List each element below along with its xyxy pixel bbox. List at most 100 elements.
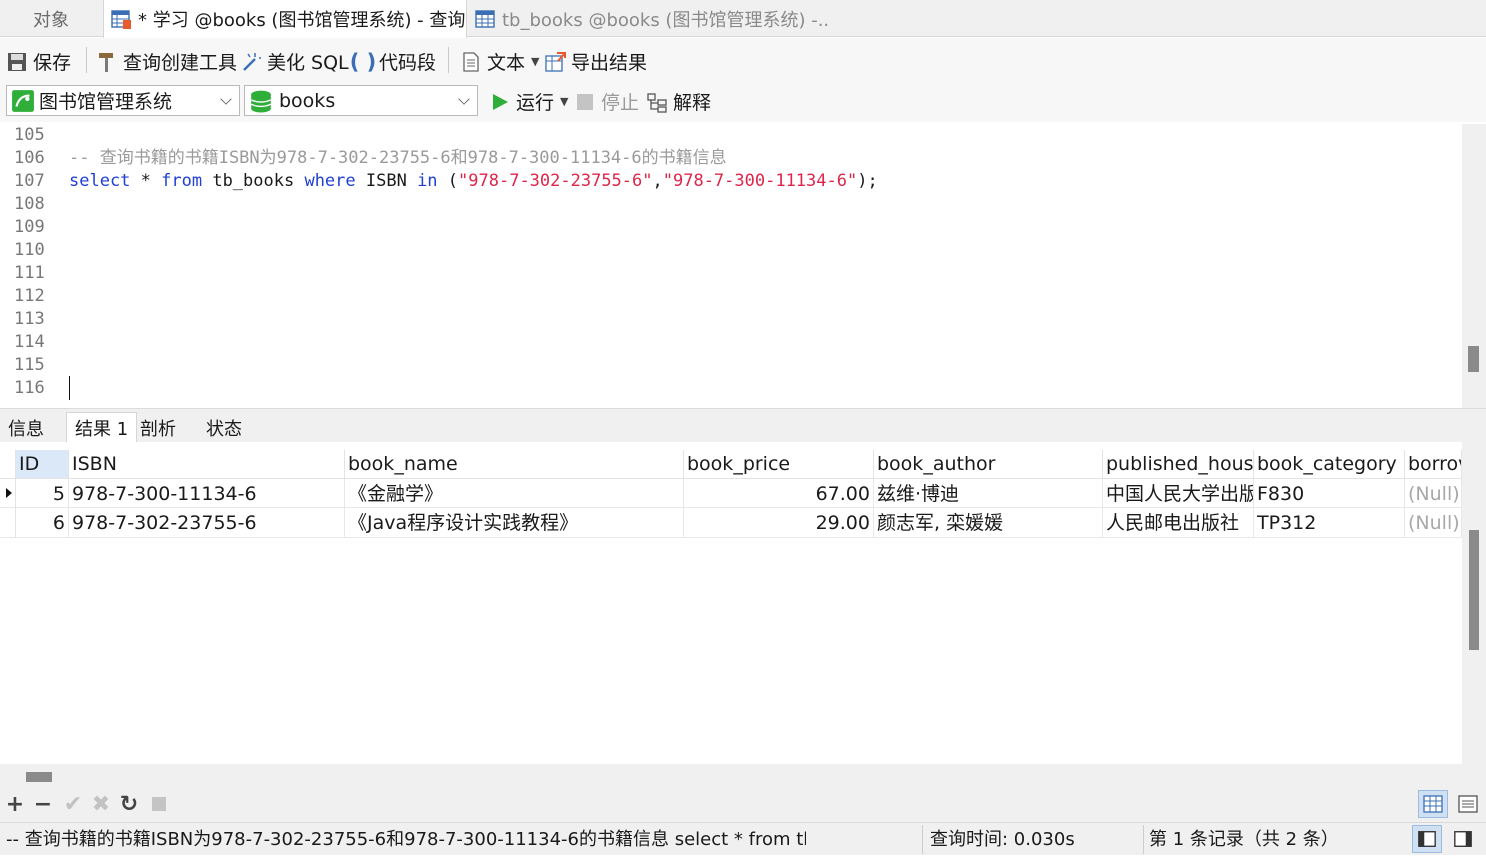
stop-icon [577, 93, 593, 110]
code-line[interactable]: 114 [0, 331, 1460, 354]
editor-scrollbar[interactable] [1462, 124, 1486, 408]
code-line[interactable]: 115 [0, 354, 1460, 377]
delete-record-button[interactable]: − [32, 791, 54, 817]
export-results-button[interactable]: 导出结果 [544, 48, 647, 75]
cell-id[interactable]: 6 [16, 508, 69, 538]
result-grid[interactable]: ID ISBN book_name book_price book_author… [0, 442, 1462, 764]
text-mode-button[interactable]: 文本 ▼ [460, 48, 539, 75]
code-line[interactable]: 107 select * from tb_books where ISBN in … [0, 170, 1460, 193]
tab-result-1[interactable]: 结果 1 [66, 412, 138, 443]
text-caret [69, 376, 70, 400]
save-button[interactable]: 保存 [6, 48, 71, 75]
code-line[interactable]: 116 [0, 377, 1460, 400]
tab-status[interactable]: 状态 [198, 412, 250, 443]
save-icon [8, 52, 26, 71]
cell-published-house[interactable]: 人民邮电出版社 [1103, 508, 1254, 538]
grid-scrollbar[interactable] [1462, 442, 1486, 764]
tab-objects[interactable]: 对象 [0, 0, 102, 37]
column-header-book-name[interactable]: book_name [345, 450, 684, 478]
apply-changes-button[interactable]: ✔ [62, 791, 84, 817]
editor-scrollbar-thumb[interactable] [1468, 346, 1479, 372]
result-tabs: 信息 结果 1 剖析 状态 [0, 408, 1486, 443]
query-builder-button[interactable]: 查询创建工具 [96, 48, 237, 75]
cell-book-price[interactable]: 29.00 [684, 508, 874, 538]
code-line[interactable]: 108 [0, 193, 1460, 216]
cell-isbn[interactable]: 978-7-300-11134-6 [69, 479, 345, 509]
chevron-down-icon [220, 93, 232, 105]
code-line[interactable]: 112 [0, 285, 1460, 308]
cell-book-category[interactable]: TP312 [1254, 508, 1405, 538]
beautify-sql-button[interactable]: 美化 SQL [240, 48, 349, 75]
panel-left-icon [1418, 831, 1436, 847]
column-header-book-category[interactable]: book_category [1254, 450, 1405, 478]
stop-loading-button[interactable] [148, 792, 170, 816]
grid-horizontal-scrollbar[interactable] [0, 764, 1486, 786]
horizontal-scrollbar-thumb[interactable] [26, 772, 52, 782]
cell-borrow[interactable]: (Null) [1405, 479, 1462, 509]
tab-query[interactable]: * 学习 @books (图书馆管理系统) - 查询 [103, 0, 467, 38]
line-number: 105 [14, 125, 45, 145]
line-number: 112 [14, 286, 45, 306]
refresh-icon: ↻ [119, 791, 139, 817]
column-header-isbn[interactable]: ISBN [69, 450, 345, 478]
close-icon: ✖ [91, 791, 111, 817]
code-line[interactable]: 105 [0, 124, 1460, 147]
code-line[interactable]: 106 -- 查询书籍的书籍ISBN为978-7-302-23755-6和978-… [0, 147, 1460, 170]
stop-button[interactable]: 停止 [574, 88, 639, 115]
discard-changes-button[interactable]: ✖ [90, 791, 112, 817]
export-icon [545, 51, 566, 72]
code-line[interactable]: 111 [0, 262, 1460, 285]
code-line[interactable]: 113 [0, 308, 1460, 331]
column-header-book-author[interactable]: book_author [874, 450, 1103, 478]
cell-isbn[interactable]: 978-7-302-23755-6 [69, 508, 345, 538]
cell-published-house[interactable]: 中国人民大学出版社 [1103, 479, 1254, 509]
toggle-left-panel-button[interactable] [1412, 825, 1442, 853]
explain-button[interactable]: 解释 [646, 88, 711, 115]
query-icon [111, 10, 131, 29]
check-icon: ✔ [63, 791, 83, 817]
connection-select[interactable]: 图书馆管理系统 [6, 85, 240, 116]
column-header-id[interactable]: ID [16, 450, 69, 478]
grid-corner [0, 450, 16, 478]
cell-borrow[interactable]: (Null) [1405, 508, 1462, 538]
sql-token: , [652, 171, 663, 191]
column-header-published-house[interactable]: published_house [1103, 450, 1254, 478]
tab-info[interactable]: 信息 [0, 412, 52, 443]
form-view-button[interactable] [1453, 790, 1483, 818]
run-button[interactable]: 运行 ▼ [489, 88, 568, 115]
code-line[interactable]: 110 [0, 239, 1460, 262]
code-line[interactable]: 109 [0, 216, 1460, 239]
cell-book-name[interactable]: 《金融学》 [345, 479, 684, 509]
status-bar: -- 查询书籍的书籍ISBN为978-7-302-23755-6和978-7-3… [0, 822, 1486, 855]
dropdown-arrow-icon: ▼ [560, 95, 569, 108]
cell-book-author[interactable]: 兹维·博迪 [874, 479, 1103, 509]
line-number: 114 [14, 332, 45, 352]
toggle-right-panel-button[interactable] [1448, 825, 1478, 853]
column-header-borrow[interactable]: borrov [1405, 450, 1462, 478]
cell-book-name[interactable]: 《Java程序设计实践教程》 [345, 508, 684, 538]
tab-profile[interactable]: 剖析 [132, 412, 184, 443]
database-select[interactable]: books [244, 85, 478, 116]
line-number: 106 [14, 148, 45, 168]
tab-query-label: * 学习 @books (图书馆管理系统) - 查询 [138, 10, 466, 31]
code-snippet-button[interactable]: ( ) 代码段 [350, 48, 436, 75]
table-row[interactable]: 6 978-7-302-23755-6 《Java程序设计实践教程》 29.00… [0, 508, 1462, 538]
sql-comment: -- 查询书籍的书籍ISBN为978-7-302-23755-6和978-7-3… [69, 148, 727, 168]
minus-icon: − [33, 791, 53, 817]
grid-scrollbar-thumb[interactable] [1469, 530, 1479, 650]
cell-book-category[interactable]: F830 [1254, 479, 1405, 509]
sql-editor[interactable]: 105 106 -- 查询书籍的书籍ISBN为978-7-302-23755-6和9… [0, 124, 1462, 408]
line-number: 108 [14, 194, 45, 214]
cell-book-author[interactable]: 颜志军, 栾媛媛 [874, 508, 1103, 538]
chevron-down-icon [458, 93, 470, 105]
hammer-icon [99, 52, 113, 72]
table-row[interactable]: 5 978-7-300-11134-6 《金融学》 67.00 兹维·博迪 中国… [0, 478, 1462, 509]
panel-right-icon [1454, 831, 1472, 847]
column-header-book-price[interactable]: book_price [684, 450, 874, 478]
cell-book-price[interactable]: 67.00 [684, 479, 874, 509]
cell-id[interactable]: 5 [16, 479, 69, 509]
refresh-button[interactable]: ↻ [118, 791, 140, 817]
add-record-button[interactable]: + [4, 792, 26, 817]
grid-view-button[interactable] [1418, 790, 1448, 818]
tab-table[interactable]: tb_books @books (图书馆管理系统) -... [468, 0, 830, 37]
